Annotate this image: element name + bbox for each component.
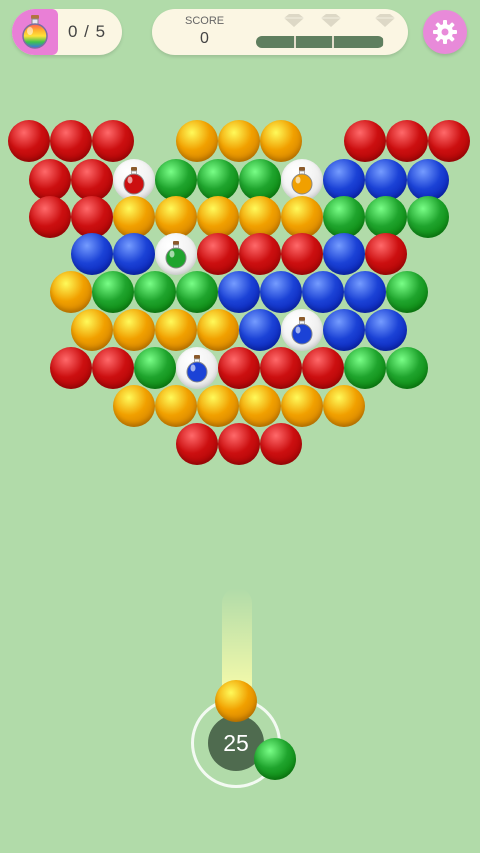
bubble-orange bbox=[281, 196, 323, 238]
bubble-orange bbox=[218, 120, 260, 162]
bubble-orange bbox=[71, 309, 113, 351]
bubble-green bbox=[134, 347, 176, 389]
bubble-orange bbox=[323, 385, 365, 427]
bubble-red bbox=[71, 159, 113, 201]
bubble-orange bbox=[176, 120, 218, 162]
bubble-blue bbox=[323, 159, 365, 201]
bubble-red bbox=[281, 233, 323, 275]
bubble-blue bbox=[323, 309, 365, 351]
bubble-orange bbox=[281, 385, 323, 427]
bubble-blue bbox=[239, 309, 281, 351]
bubble-blue bbox=[302, 271, 344, 313]
bubble-red bbox=[260, 423, 302, 465]
bubble-green bbox=[134, 271, 176, 313]
bubble-orange bbox=[113, 309, 155, 351]
bubble-orange bbox=[155, 196, 197, 238]
bubble-orange bbox=[113, 196, 155, 238]
bubble-blue bbox=[365, 159, 407, 201]
diamond-icon bbox=[284, 14, 304, 27]
bubble-green bbox=[386, 347, 428, 389]
bubble-red bbox=[365, 233, 407, 275]
bubble-red bbox=[197, 233, 239, 275]
star-progress-bar bbox=[256, 36, 384, 48]
bubble-red bbox=[176, 423, 218, 465]
bubble-red bbox=[71, 196, 113, 238]
potion-bubble bbox=[155, 233, 197, 275]
bubble-green bbox=[407, 196, 449, 238]
potion-bubble bbox=[176, 347, 218, 389]
bubble-green bbox=[323, 196, 365, 238]
bubble-green bbox=[155, 159, 197, 201]
bubble-red bbox=[428, 120, 470, 162]
bubble-red bbox=[260, 347, 302, 389]
potion-count-label: 0 / 5 bbox=[68, 22, 107, 41]
bubble-blue bbox=[113, 233, 155, 275]
bubble-blue bbox=[323, 233, 365, 275]
bubble-blue bbox=[407, 159, 449, 201]
loaded-bubble[interactable] bbox=[215, 680, 257, 722]
bubble-blue bbox=[365, 309, 407, 351]
bubble-orange bbox=[155, 309, 197, 351]
bubble-orange bbox=[155, 385, 197, 427]
bubble-blue bbox=[344, 271, 386, 313]
potion-bottle-icon bbox=[12, 9, 58, 55]
bubble-green bbox=[197, 159, 239, 201]
bubble-orange bbox=[197, 309, 239, 351]
bubble-green bbox=[239, 159, 281, 201]
bubble-blue bbox=[71, 233, 113, 275]
bubble-orange bbox=[197, 385, 239, 427]
bubble-red bbox=[8, 120, 50, 162]
potion-bubble bbox=[281, 159, 323, 201]
bubble-orange bbox=[113, 385, 155, 427]
potion-bubble bbox=[113, 159, 155, 201]
bubble-green bbox=[365, 196, 407, 238]
bubble-red bbox=[218, 423, 260, 465]
shots-remaining-value: 25 bbox=[223, 729, 249, 756]
bubble-red bbox=[302, 347, 344, 389]
diamond-icon bbox=[375, 14, 395, 27]
bubble-red bbox=[239, 233, 281, 275]
bubble-blue bbox=[218, 271, 260, 313]
bubble-red bbox=[344, 120, 386, 162]
bubble-red bbox=[29, 196, 71, 238]
gear-icon bbox=[433, 20, 457, 44]
bubble-green bbox=[92, 271, 134, 313]
score-panel: SCORE 0 bbox=[152, 9, 408, 55]
settings-button[interactable] bbox=[423, 10, 467, 54]
bubble-red bbox=[92, 120, 134, 162]
score-label: SCORE bbox=[185, 15, 225, 27]
bubble-red bbox=[50, 347, 92, 389]
bubble-green bbox=[344, 347, 386, 389]
bubble-orange bbox=[50, 271, 92, 313]
potion-bubble bbox=[281, 309, 323, 351]
bubble-red bbox=[92, 347, 134, 389]
bubble-red bbox=[218, 347, 260, 389]
diamond-icon bbox=[321, 14, 341, 27]
bubble-orange bbox=[260, 120, 302, 162]
bubble-orange bbox=[197, 196, 239, 238]
bubble-orange bbox=[239, 196, 281, 238]
bubble-green bbox=[386, 271, 428, 313]
bubble-blue bbox=[260, 271, 302, 313]
bubble-red bbox=[386, 120, 428, 162]
potion-counter: 0 / 5 bbox=[12, 9, 122, 55]
bubble-green bbox=[176, 271, 218, 313]
score-value: 0 bbox=[200, 30, 209, 47]
bubble-red bbox=[50, 120, 92, 162]
bubble-orange bbox=[239, 385, 281, 427]
next-bubble[interactable] bbox=[254, 738, 296, 780]
bubble-red bbox=[29, 159, 71, 201]
